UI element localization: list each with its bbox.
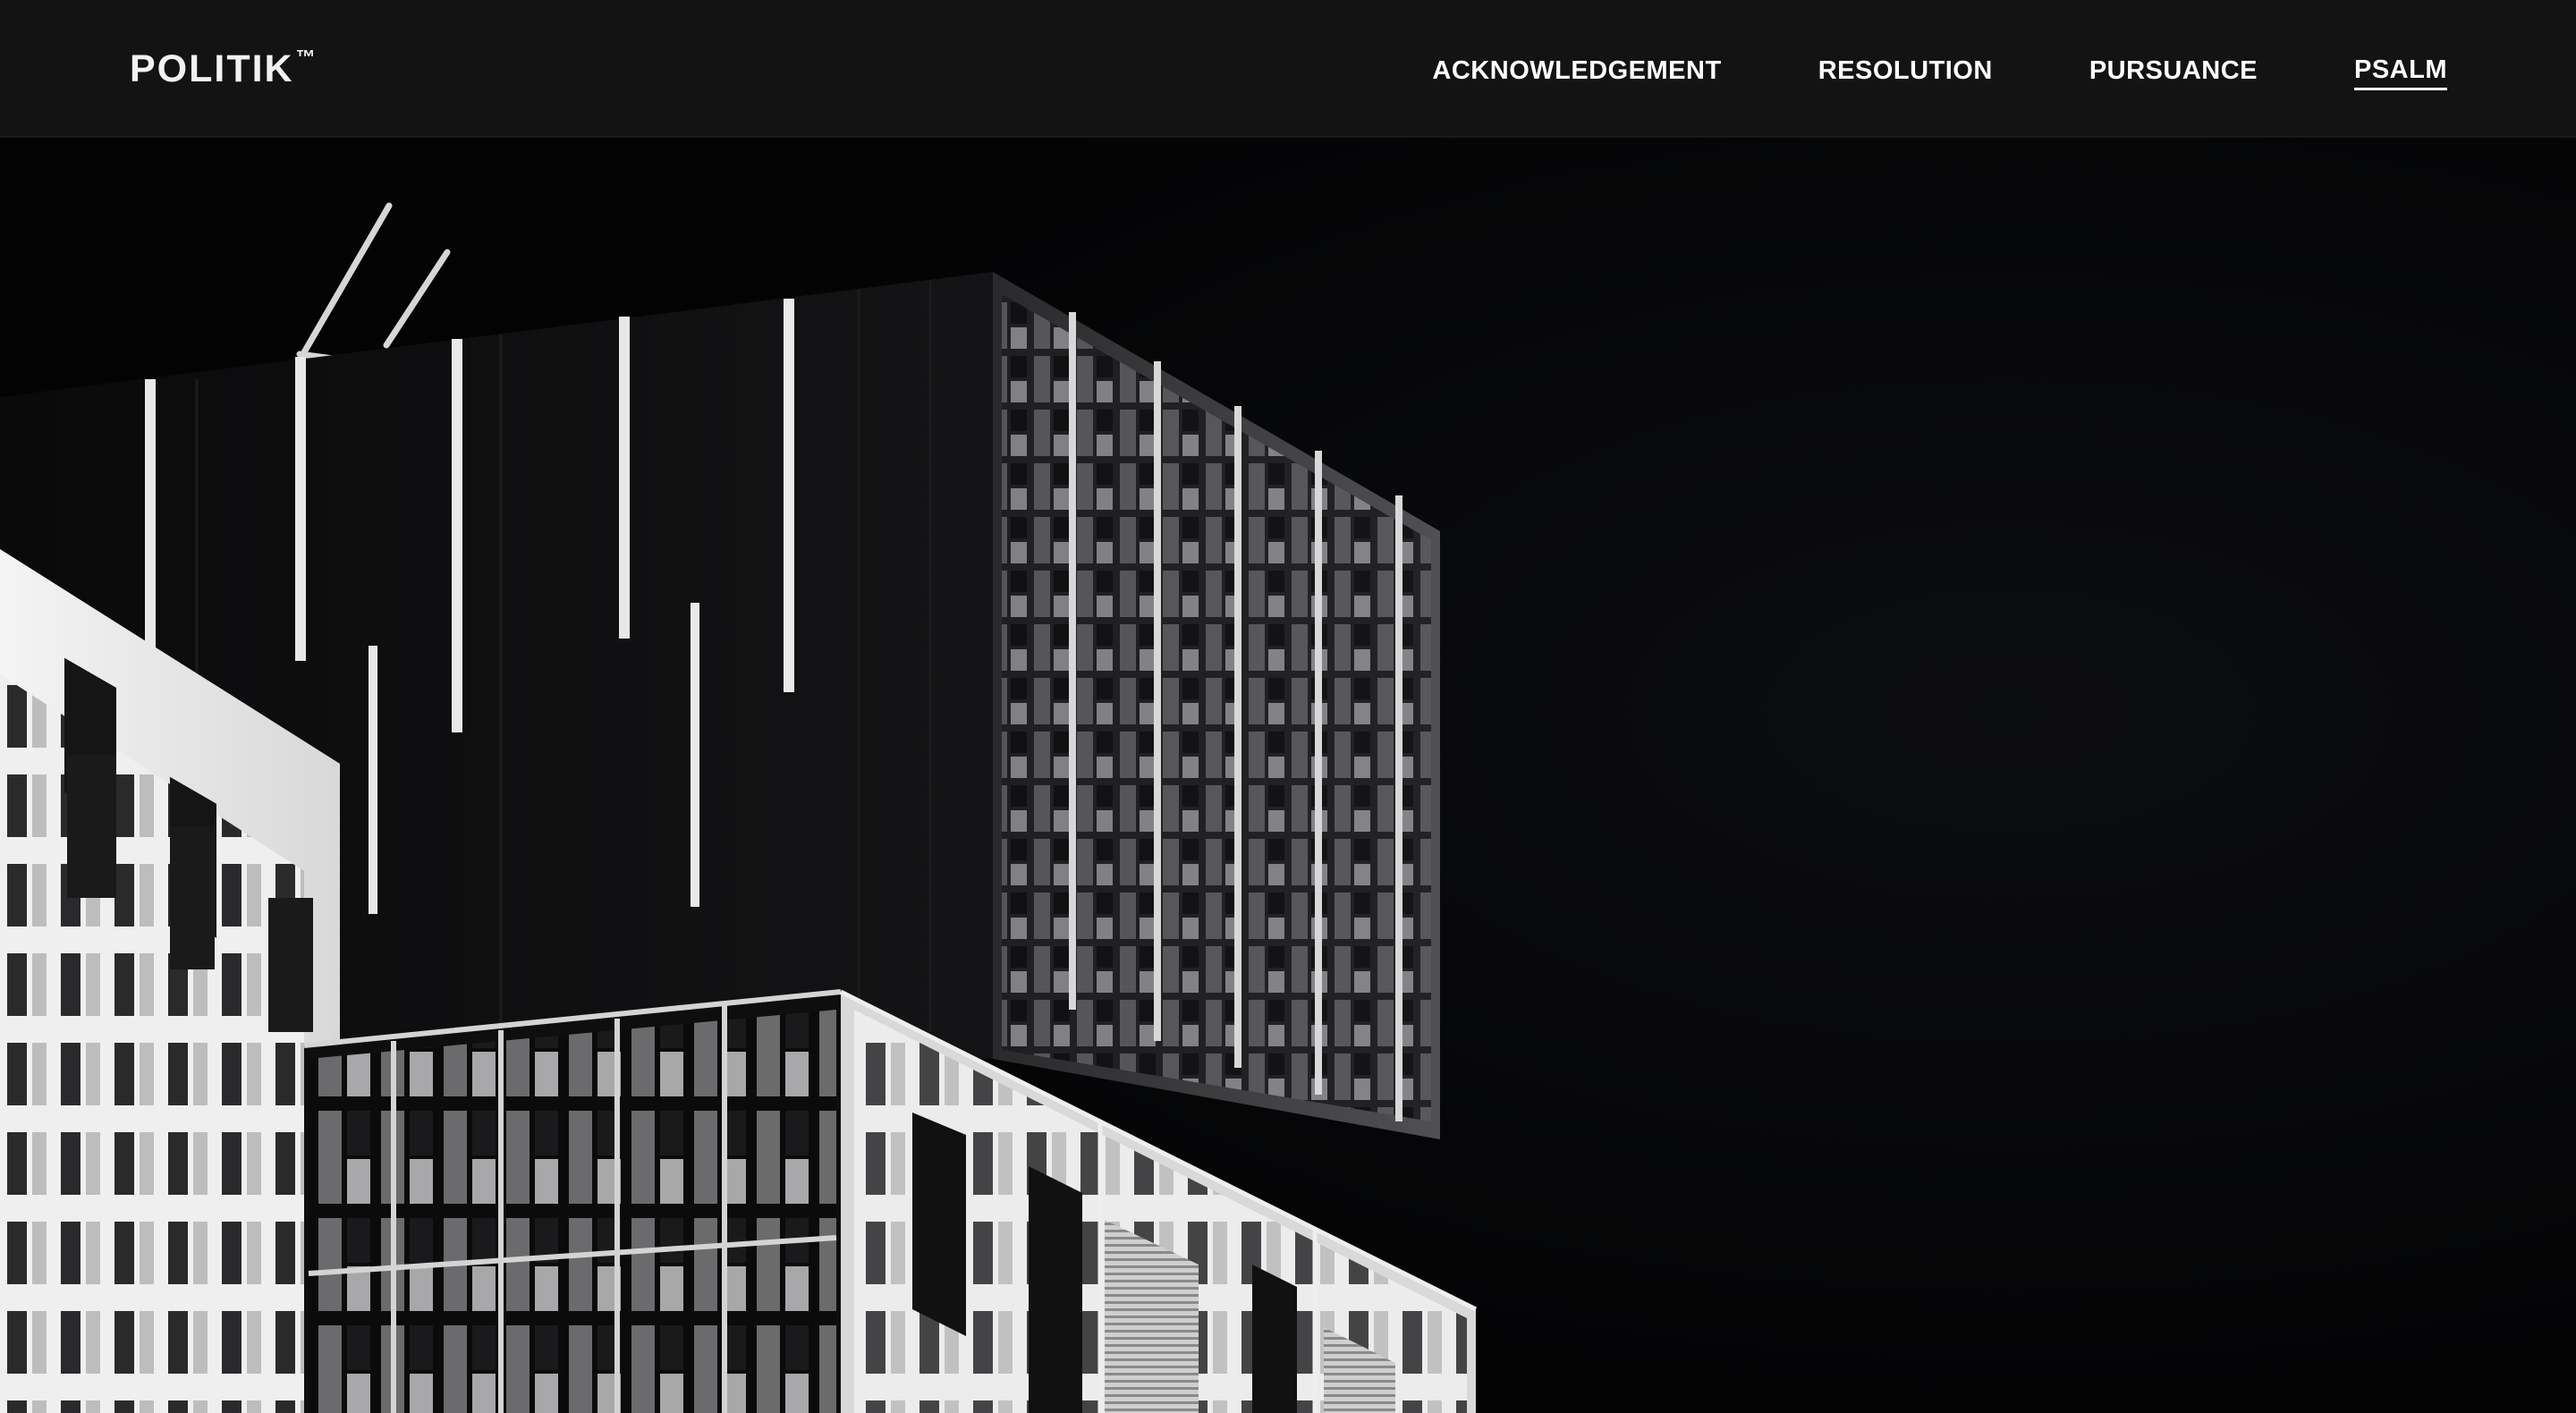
brand-name: POLITIK: [130, 47, 294, 90]
nav-link-resolution[interactable]: RESOLUTION: [1818, 52, 1993, 90]
hero-building-image: [0, 138, 2576, 1413]
nav-link-pursuance[interactable]: PURSUANCE: [2089, 52, 2258, 90]
hero-section: [0, 138, 2576, 1413]
main-nav: ACKNOWLEDGEMENT RESOLUTION PURSUANCE PSA…: [1432, 52, 2447, 90]
nav-link-acknowledgement[interactable]: ACKNOWLEDGEMENT: [1432, 52, 1721, 90]
page: POLITIK™ ACKNOWLEDGEMENT RESOLUTION PURS…: [0, 0, 2576, 1413]
top-navigation-bar: POLITIK™ ACKNOWLEDGEMENT RESOLUTION PURS…: [0, 0, 2576, 138]
brand-logo[interactable]: POLITIK™: [130, 45, 316, 99]
trademark-mark: ™: [295, 46, 316, 68]
nav-link-psalm[interactable]: PSALM: [2354, 52, 2447, 90]
